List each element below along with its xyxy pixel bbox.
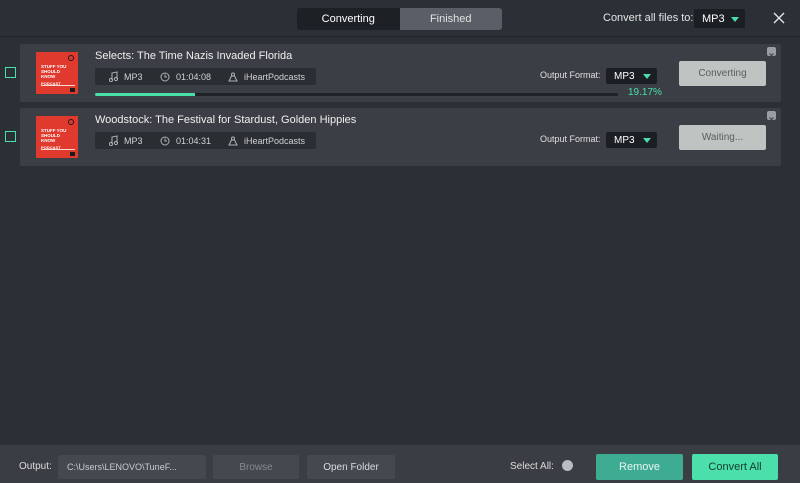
cover-sub: PODCAST xyxy=(41,81,61,86)
output-path-field[interactable]: C:\Users\LENOVO\TuneF... xyxy=(58,455,206,479)
meta-publisher-text: iHeartPodcasts xyxy=(244,71,306,82)
clock-icon xyxy=(160,136,170,145)
output-format-select[interactable]: MP3 xyxy=(606,68,657,84)
waiting-button[interactable]: Waiting... xyxy=(679,125,766,150)
cover-tag xyxy=(70,88,75,92)
meta-duration: 01:04:31 xyxy=(160,132,211,149)
output-format-label: Output Format: xyxy=(540,70,601,80)
output-format-value: MP3 xyxy=(614,134,635,146)
convert-all-label: Convert all files to: xyxy=(603,12,694,24)
brand-icon xyxy=(68,55,74,61)
meta-format: MP3 xyxy=(109,132,143,149)
meta-publisher-text: iHeartPodcasts xyxy=(244,135,306,146)
select-all-toggle[interactable] xyxy=(562,460,573,471)
chevron-down-icon xyxy=(643,138,651,143)
user-icon xyxy=(228,72,238,81)
meta-publisher: iHeartPodcasts xyxy=(228,68,305,85)
chevron-down-icon xyxy=(643,74,651,79)
progress-bar xyxy=(95,93,618,96)
output-format-value: MP3 xyxy=(614,70,635,82)
chevron-down-icon xyxy=(731,16,739,22)
cover-tag xyxy=(70,152,75,156)
list-item: STUFF YOU SHOULD KNOW PODCAST Selects: T… xyxy=(20,44,781,102)
output-format-select[interactable]: MP3 xyxy=(606,132,657,148)
meta-format-text: MP3 xyxy=(124,135,143,146)
podcast-cover: STUFF YOU SHOULD KNOW PODCAST xyxy=(36,52,78,94)
podcast-cover: STUFF YOU SHOULD KNOW PODCAST xyxy=(36,116,78,158)
convert-all-format-value: MP3 xyxy=(702,12,725,25)
tab-converting[interactable]: Converting xyxy=(297,8,400,30)
cover-brand: STUFF YOU SHOULD KNOW xyxy=(41,64,67,79)
progress-fill xyxy=(95,93,196,96)
item-title: Selects: The Time Nazis Invaded Florida xyxy=(95,50,293,62)
meta-publisher: iHeartPodcasts xyxy=(228,132,305,149)
meta-duration: 01:04:08 xyxy=(160,68,211,85)
bottom-bar: Output: C:\Users\LENOVO\TuneF... Browse … xyxy=(0,445,800,483)
item-meta: MP3 01:04:08 iHeartPodcasts xyxy=(95,68,316,85)
output-label: Output: xyxy=(19,461,52,472)
progress-percent: 19.17% xyxy=(628,87,662,98)
open-folder-button[interactable]: Open Folder xyxy=(307,455,395,479)
top-bar: Converting Finished Convert all files to… xyxy=(0,0,800,37)
select-all-label: Select All: xyxy=(510,461,554,472)
convert-all-button[interactable]: Convert All xyxy=(692,454,778,480)
clock-icon xyxy=(160,72,170,81)
meta-format-text: MP3 xyxy=(124,71,143,82)
remove-button[interactable]: Remove xyxy=(596,454,683,480)
browse-button[interactable]: Browse xyxy=(213,455,299,479)
remove-item-icon[interactable] xyxy=(767,111,776,122)
item-meta: MP3 01:04:31 iHeartPodcasts xyxy=(95,132,316,149)
music-note-icon xyxy=(109,71,118,82)
item-checkbox[interactable] xyxy=(5,67,16,78)
meta-format: MP3 xyxy=(109,68,143,85)
brand-icon xyxy=(68,119,74,125)
item-checkbox[interactable] xyxy=(5,131,16,142)
converting-button[interactable]: Converting xyxy=(679,61,766,86)
meta-duration-text: 01:04:31 xyxy=(176,135,212,146)
cover-sub: PODCAST xyxy=(41,145,61,150)
convert-all-format-select[interactable]: MP3 xyxy=(694,9,745,28)
music-note-icon xyxy=(109,135,118,146)
list-item: STUFF YOU SHOULD KNOW PODCAST Woodstock:… xyxy=(20,108,781,166)
item-title: Woodstock: The Festival for Stardust, Go… xyxy=(95,114,357,126)
remove-item-icon[interactable] xyxy=(767,47,776,58)
view-tabs: Converting Finished xyxy=(297,8,502,30)
meta-duration-text: 01:04:08 xyxy=(176,71,212,82)
cover-brand: STUFF YOU SHOULD KNOW xyxy=(41,128,67,143)
close-icon[interactable] xyxy=(772,11,786,25)
user-icon xyxy=(228,136,238,145)
output-format-label: Output Format: xyxy=(540,134,601,144)
tab-finished[interactable]: Finished xyxy=(399,8,502,30)
